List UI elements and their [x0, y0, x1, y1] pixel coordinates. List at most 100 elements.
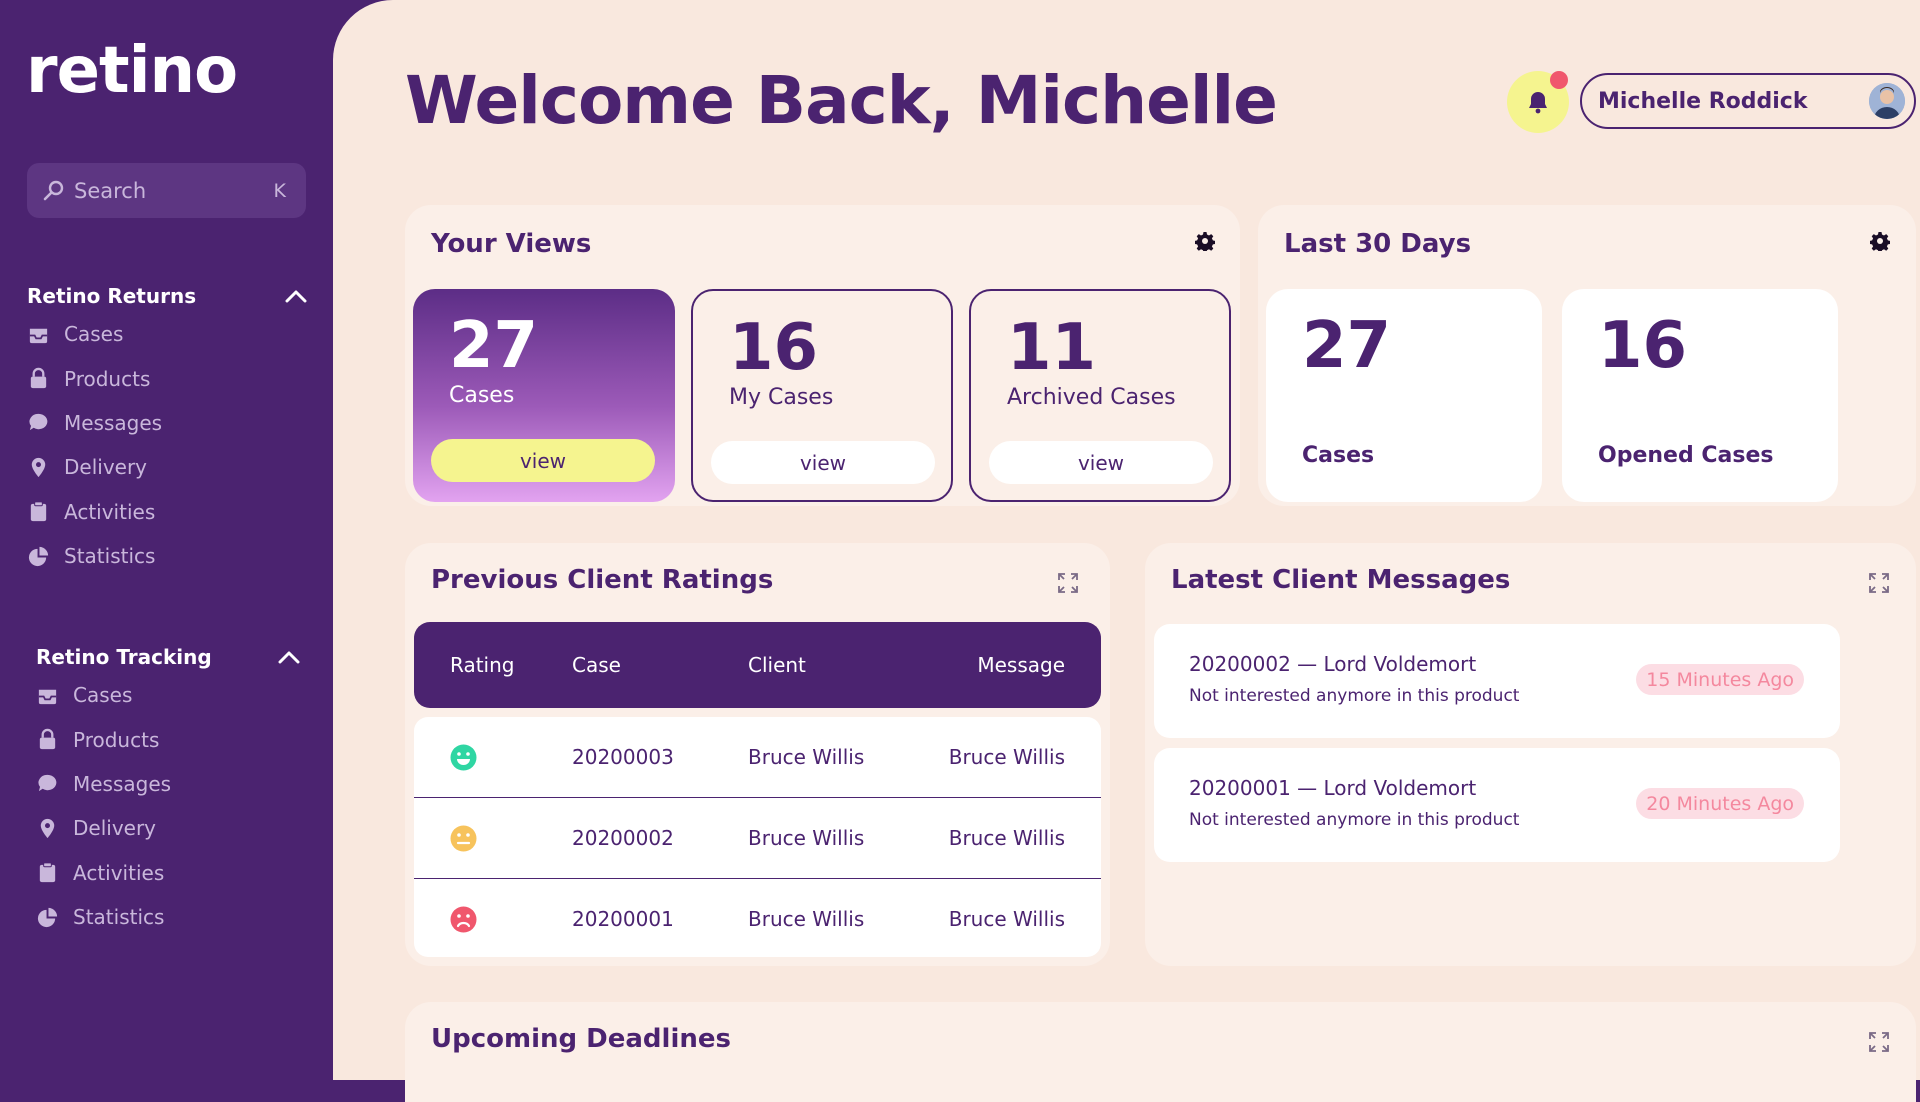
view-my-cases-button[interactable]: view	[711, 441, 935, 484]
expand-icon[interactable]	[1868, 572, 1890, 594]
inbox-icon	[29, 328, 48, 343]
location-pin-icon	[31, 457, 46, 477]
case-cell: 20200002	[572, 826, 674, 850]
nav-group-title: Retino Returns	[27, 284, 197, 308]
pie-chart-icon	[28, 546, 49, 566]
sidebar-item-messages[interactable]: Messages	[27, 401, 162, 445]
table-row[interactable]: 20200001 Bruce Willis Bruce Willis	[414, 879, 1101, 957]
gear-icon[interactable]	[1195, 231, 1215, 251]
message-text: Not interested anymore in this product	[1189, 686, 1520, 706]
view-card-label: Cases	[449, 383, 515, 408]
stat-card-label: Cases	[1302, 443, 1375, 468]
user-name: Michelle Roddick	[1598, 88, 1808, 114]
app-logo[interactable]: retino	[26, 34, 238, 108]
sidebar-item-products[interactable]: Products	[27, 356, 162, 400]
sidebar-item-label: Messages	[64, 410, 163, 435]
sidebar-item-label: Messages	[73, 771, 172, 796]
ratings-table-body: 20200003 Bruce Willis Bruce Willis 20200…	[414, 717, 1101, 957]
sad-face-icon	[450, 906, 477, 933]
message-cell: Bruce Willis	[948, 907, 1065, 931]
view-card-value: 11	[1007, 311, 1097, 385]
sidebar-item-delivery[interactable]: Delivery	[36, 806, 171, 850]
table-row[interactable]: 20200003 Bruce Willis Bruce Willis	[414, 717, 1101, 798]
sidebar-item-cases[interactable]: Cases	[27, 312, 162, 356]
stat-card-label: Opened Cases	[1598, 443, 1774, 468]
lock-icon	[39, 728, 56, 750]
sidebar-item-activities[interactable]: Activities	[27, 490, 162, 534]
main-content: Welcome Back, Michelle Michelle Roddick …	[333, 0, 1920, 1102]
nav-list-tracking: Cases Products Messages Delivery Activit…	[36, 673, 171, 939]
inbox-icon	[38, 689, 57, 704]
message-cell: Bruce Willis	[948, 826, 1065, 850]
view-cases-button[interactable]: view	[431, 439, 655, 482]
page-title: Welcome Back, Michelle	[405, 62, 1278, 139]
chevron-up-icon	[278, 651, 300, 664]
chat-bubble-icon	[29, 414, 48, 431]
bell-icon	[1529, 92, 1547, 114]
client-ratings-title: Previous Client Ratings	[431, 565, 774, 595]
notification-dot	[1550, 71, 1568, 89]
column-header-client: Client	[748, 653, 806, 677]
column-header-message: Message	[977, 653, 1065, 677]
search-input[interactable]: Search K	[27, 163, 306, 218]
expand-icon[interactable]	[1057, 572, 1079, 594]
search-placeholder: Search	[74, 178, 147, 203]
client-cell: Bruce Willis	[748, 745, 865, 769]
ratings-table-header: Rating Case Client Message	[414, 622, 1101, 708]
view-card-cases[interactable]: 27 Cases view	[413, 289, 675, 502]
sidebar-item-statistics[interactable]: Statistics	[27, 534, 162, 578]
sidebar-item-label: Activities	[73, 860, 165, 885]
case-cell: 20200001	[572, 907, 674, 931]
nav-group-retino-returns[interactable]: Retino Returns	[27, 284, 307, 308]
location-pin-icon	[40, 818, 55, 838]
column-header-rating: Rating	[450, 653, 515, 677]
search-shortcut: K	[273, 179, 286, 202]
message-title: 20200001 — Lord Voldemort	[1189, 776, 1477, 800]
sidebar-item-label: Delivery	[64, 455, 148, 480]
client-ratings-panel: Previous Client Ratings Rating Case Clie…	[405, 543, 1110, 966]
your-views-title: Your Views	[431, 229, 592, 259]
view-card-value: 27	[449, 309, 539, 383]
stat-card-value: 27	[1302, 309, 1392, 383]
nav-list-returns: Cases Products Messages Delivery Activit…	[27, 312, 162, 578]
upcoming-deadlines-title: Upcoming Deadlines	[431, 1024, 731, 1054]
stat-card-opened-cases: 16 Opened Cases	[1562, 289, 1838, 502]
last-30-days-panel: Last 30 Days 27 Cases 16 Opened Cases	[1258, 205, 1916, 506]
message-text: Not interested anymore in this product	[1189, 810, 1520, 830]
avatar	[1869, 83, 1905, 119]
sidebar-item-statistics[interactable]: Statistics	[36, 895, 171, 939]
view-card-my-cases[interactable]: 16 My Cases view	[691, 289, 953, 502]
nav-group-title: Retino Tracking	[36, 645, 212, 669]
client-cell: Bruce Willis	[748, 826, 865, 850]
sidebar-item-label: Cases	[64, 322, 124, 347]
table-row[interactable]: 20200002 Bruce Willis Bruce Willis	[414, 798, 1101, 879]
search-icon	[43, 180, 64, 200]
message-cell: Bruce Willis	[948, 745, 1065, 769]
view-archived-cases-button[interactable]: view	[989, 441, 1213, 484]
chat-bubble-icon	[38, 775, 57, 792]
stat-card-value: 16	[1598, 309, 1688, 383]
gear-icon[interactable]	[1870, 231, 1890, 251]
sidebar-item-delivery[interactable]: Delivery	[27, 445, 162, 489]
view-card-archived-cases[interactable]: 11 Archived Cases view	[969, 289, 1231, 502]
user-profile-button[interactable]: Michelle Roddick	[1580, 73, 1916, 129]
message-item[interactable]: 20200002 — Lord Voldemort Not interested…	[1154, 624, 1840, 738]
message-item[interactable]: 20200001 — Lord Voldemort Not interested…	[1154, 748, 1840, 862]
message-time-badge: 15 Minutes Ago	[1636, 664, 1804, 695]
expand-icon[interactable]	[1868, 1031, 1890, 1053]
sidebar-item-label: Activities	[64, 499, 156, 524]
nav-group-retino-tracking[interactable]: Retino Tracking	[36, 645, 300, 669]
sidebar-item-label: Products	[64, 366, 151, 391]
clipboard-icon	[30, 501, 47, 522]
view-card-label: Archived Cases	[1007, 385, 1176, 410]
view-card-label: My Cases	[729, 385, 834, 410]
sidebar-item-label: Delivery	[73, 816, 157, 841]
sidebar-item-activities[interactable]: Activities	[36, 851, 171, 895]
sidebar-item-cases[interactable]: Cases	[36, 673, 171, 717]
sidebar-item-products[interactable]: Products	[36, 717, 171, 761]
sidebar-item-label: Statistics	[64, 544, 156, 569]
sidebar-item-messages[interactable]: Messages	[36, 762, 171, 806]
last-30-days-title: Last 30 Days	[1284, 229, 1472, 259]
upcoming-deadlines-panel: Upcoming Deadlines	[405, 1002, 1916, 1102]
sidebar-item-label: Statistics	[73, 905, 165, 930]
